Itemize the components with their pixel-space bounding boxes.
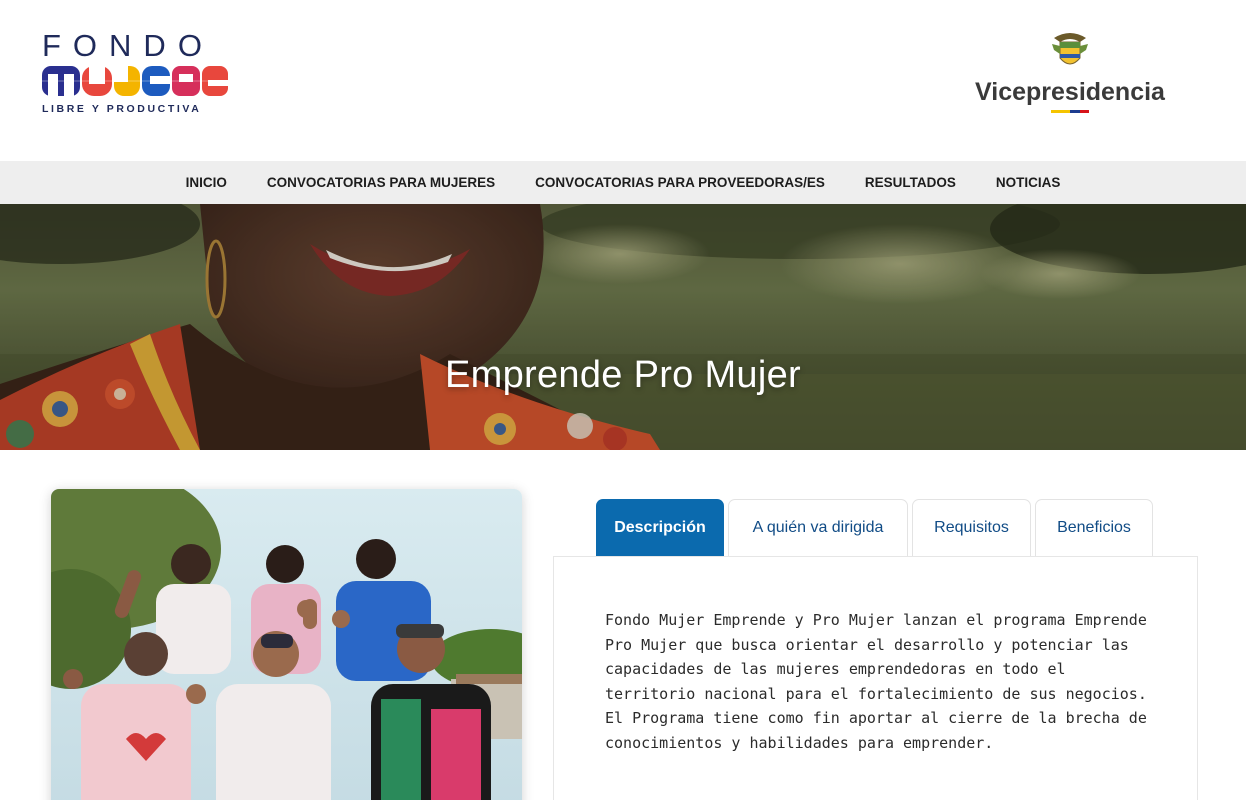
program-photo xyxy=(51,489,522,800)
vicepresidencia-label: Vicepresidencia xyxy=(975,78,1165,106)
tab-descripcion[interactable]: Descripción xyxy=(596,499,724,556)
tab-panel-descripcion: Fondo Mujer Emprende y Pro Mujer lanzan … xyxy=(553,556,1198,800)
program-tabs: Descripción A quién va dirigida Requisit… xyxy=(596,499,1153,556)
site-header: FONDO LIBRE Y PRODUCTIVA Vicepresidencia xyxy=(0,0,1246,161)
hero-background-image xyxy=(0,204,1246,450)
tab-a-quien-va-dirigida[interactable]: A quién va dirigida xyxy=(728,499,908,556)
coat-of-arms-icon xyxy=(970,30,1170,77)
nav-item-resultados[interactable]: RESULTADOS xyxy=(865,175,956,190)
vicepresidencia-logo[interactable]: Vicepresidencia xyxy=(970,30,1170,120)
nav-item-inicio[interactable]: INICIO xyxy=(186,175,227,190)
tab-requisitos[interactable]: Requisitos xyxy=(912,499,1031,556)
nav-item-convocatorias-proveedoras[interactable]: CONVOCATORIAS PARA PROVEEDORAS/ES xyxy=(535,175,825,190)
colombia-flag-bar xyxy=(1051,110,1089,113)
program-description: Fondo Mujer Emprende y Pro Mujer lanzan … xyxy=(605,611,1147,752)
main-nav: INICIO CONVOCATORIAS PARA MUJERES CONVOC… xyxy=(0,161,1246,204)
hero-banner: Emprende Pro Mujer xyxy=(0,204,1246,450)
fondo-mujer-logo[interactable]: FONDO LIBRE Y PRODUCTIVA xyxy=(42,30,232,120)
tab-beneficios[interactable]: Beneficios xyxy=(1035,499,1153,556)
logo-word-fondo: FONDO xyxy=(42,28,214,63)
logo-mujer-art xyxy=(42,64,232,103)
women-group-photo xyxy=(51,489,522,800)
nav-item-convocatorias-mujeres[interactable]: CONVOCATORIAS PARA MUJERES xyxy=(267,175,495,190)
hero-title: Emprende Pro Mujer xyxy=(445,354,801,396)
nav-item-noticias[interactable]: NOTICIAS xyxy=(996,175,1061,190)
logo-tagline: LIBRE Y PRODUCTIVA xyxy=(42,103,202,115)
